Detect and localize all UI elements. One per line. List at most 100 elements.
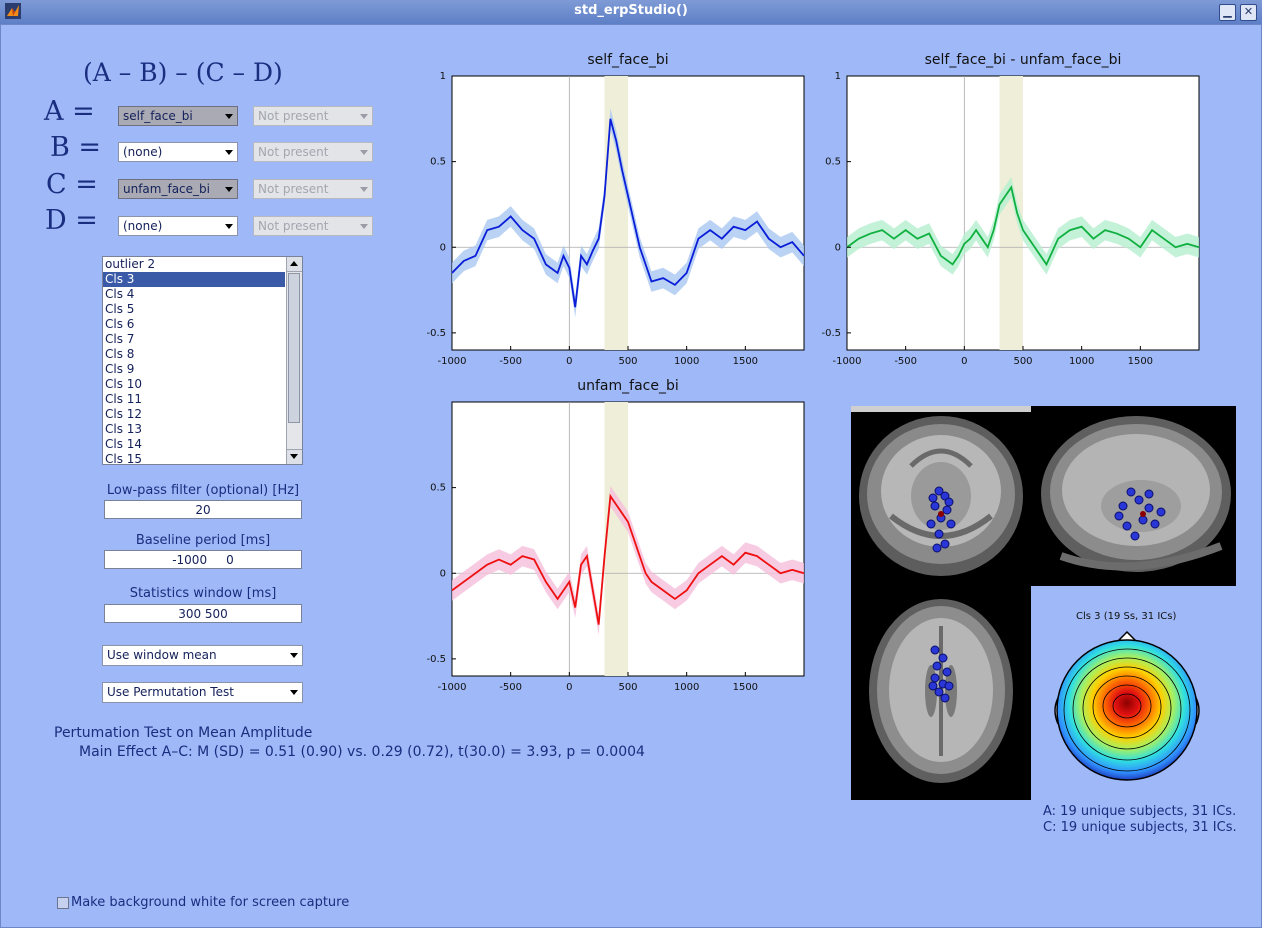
formula-heading: (A – B) – (C – D) [83, 58, 283, 87]
dropdown-d-secondary[interactable]: Not present [253, 216, 373, 236]
chevron-down-icon [225, 150, 233, 155]
dropdown-b-secondary-value: Not present [258, 145, 329, 159]
x-tick-label: 0 [566, 356, 572, 367]
list-item[interactable]: Cls 11 [103, 392, 285, 407]
y-tick-label: 1 [835, 71, 841, 82]
dropdown-c-secondary-value: Not present [258, 182, 329, 196]
scroll-down-button[interactable] [287, 449, 302, 464]
dropdown-a-value: self_face_bi [123, 109, 193, 123]
y-tick-label: 0.5 [430, 483, 446, 494]
stats-window-band [604, 402, 628, 676]
y-tick-label: -0.5 [426, 654, 446, 665]
x-tick-label: -1000 [437, 356, 466, 367]
erp-plot-difference: -1000 -500 0 500 1000 1500 -0.5 0 0.5 1 self_face_… [821, 52, 1200, 367]
dropdown-c-value: unfam_face_bi [123, 182, 210, 196]
x-tick-label: 500 [618, 682, 637, 693]
info-c: C: 19 unique subjects, 31 ICs. [1043, 820, 1237, 835]
lowpass-label: Low-pass filter (optional) [Hz] [106, 483, 300, 498]
stats-result: Main Effect A–C: M (SD) = 0.51 (0.90) vs… [79, 744, 645, 760]
chevron-down-icon [290, 690, 298, 695]
dropdown-a[interactable]: self_face_bi [118, 106, 238, 126]
topo-title: Cls 3 (19 Ss, 31 ICs) [1076, 611, 1177, 622]
dropdown-c[interactable]: unfam_face_bi [118, 179, 238, 199]
x-tick-label: -1000 [832, 356, 861, 367]
dropdown-d[interactable]: (none) [118, 216, 238, 236]
chevron-down-icon [225, 114, 233, 119]
x-tick-label: 0 [566, 682, 572, 693]
row-label-b: B = [50, 132, 102, 163]
row-label-a: A = [44, 96, 95, 127]
dropdown-d-secondary-value: Not present [258, 219, 329, 233]
stats-window-band [604, 76, 628, 350]
x-tick-label: 1000 [674, 356, 699, 367]
y-tick-label: -0.5 [426, 328, 446, 339]
chevron-down-icon [360, 224, 368, 229]
list-item[interactable]: Cls 14 [103, 437, 285, 452]
listbox-scrollbar[interactable] [286, 257, 302, 464]
permutation-test-select-value: Use Permutation Test [107, 685, 234, 699]
x-tick-label: 500 [1013, 356, 1032, 367]
white-background-checkbox[interactable] [57, 897, 69, 909]
plot-title: self_face_bi - unfam_face_bi [925, 52, 1122, 68]
dropdown-b-value: (none) [123, 145, 163, 159]
y-tick-label: 0.5 [430, 157, 446, 168]
arrow-down-icon [290, 454, 298, 459]
x-tick-label: 500 [618, 356, 637, 367]
chevron-down-icon [225, 224, 233, 229]
baseline-label: Baseline period [ms] [135, 533, 271, 548]
dropdown-a-secondary[interactable]: Not present [253, 106, 373, 126]
arrow-up-icon [290, 261, 298, 266]
statwin-input[interactable]: 300 500 [104, 604, 302, 623]
window-titlebar: std_erpStudio() ▁ ✕ [0, 0, 1262, 25]
x-tick-label: 1500 [1128, 356, 1153, 367]
scroll-thumb[interactable] [288, 273, 300, 423]
list-item[interactable]: Cls 8 [103, 347, 285, 362]
list-item[interactable]: Cls 15 [103, 452, 285, 464]
plot-title: unfam_face_bi [577, 378, 679, 394]
window-mean-select-value: Use window mean [107, 648, 217, 662]
list-item[interactable]: outlier 2 [103, 257, 285, 272]
window-title: std_erpStudio() [574, 3, 688, 18]
dropdown-b[interactable]: (none) [118, 142, 238, 162]
x-tick-label: 1000 [674, 682, 699, 693]
x-tick-label: 1500 [733, 356, 758, 367]
permutation-test-select[interactable]: Use Permutation Test [102, 682, 303, 703]
list-item[interactable]: Cls 9 [103, 362, 285, 377]
list-item[interactable]: Cls 10 [103, 377, 285, 392]
list-item[interactable]: Cls 6 [103, 317, 285, 332]
brain-axial-image [851, 586, 1031, 800]
row-label-c: C = [46, 169, 98, 200]
dropdown-c-secondary[interactable]: Not present [253, 179, 373, 199]
list-item[interactable]: Cls 5 [103, 302, 285, 317]
x-tick-label: 1500 [733, 682, 758, 693]
x-tick-label: -500 [894, 356, 917, 367]
scroll-up-button[interactable] [287, 257, 302, 272]
brain-sagittal-image [1031, 406, 1236, 586]
row-label-d: D = [45, 205, 98, 236]
lowpass-input[interactable]: 20 [104, 500, 302, 519]
y-tick-label: 1 [440, 71, 446, 82]
cluster-listbox[interactable]: outlier 2 Cls 3 Cls 4 Cls 5 Cls 6 Cls 7 … [102, 256, 303, 465]
y-tick-label: 0.5 [825, 157, 841, 168]
list-item[interactable]: Cls 7 [103, 332, 285, 347]
stats-heading: Pertumation Test on Mean Amplitude [54, 725, 313, 741]
statwin-label: Statistics window [ms] [129, 586, 277, 601]
list-item[interactable]: Cls 12 [103, 407, 285, 422]
y-tick-label: 0 [835, 242, 841, 253]
list-item-selected[interactable]: Cls 3 [103, 271, 286, 288]
x-tick-label: 0 [961, 356, 967, 367]
x-tick-label: 1000 [1069, 356, 1094, 367]
list-item[interactable]: Cls 4 [103, 287, 285, 302]
brain-coronal-image [851, 406, 1031, 586]
dropdown-b-secondary[interactable]: Not present [253, 142, 373, 162]
chevron-down-icon [290, 653, 298, 658]
window-mean-select[interactable]: Use window mean [102, 645, 303, 666]
minimize-button[interactable]: ▁ [1219, 4, 1236, 21]
x-tick-label: -500 [499, 682, 522, 693]
baseline-input[interactable]: -1000 0 [104, 550, 302, 569]
dropdown-a-secondary-value: Not present [258, 109, 329, 123]
close-icon[interactable]: ✕ [1240, 4, 1257, 21]
plot-title: self_face_bi [587, 52, 668, 68]
list-item[interactable]: Cls 13 [103, 422, 285, 437]
brain-coronal-drawing [851, 406, 1031, 586]
